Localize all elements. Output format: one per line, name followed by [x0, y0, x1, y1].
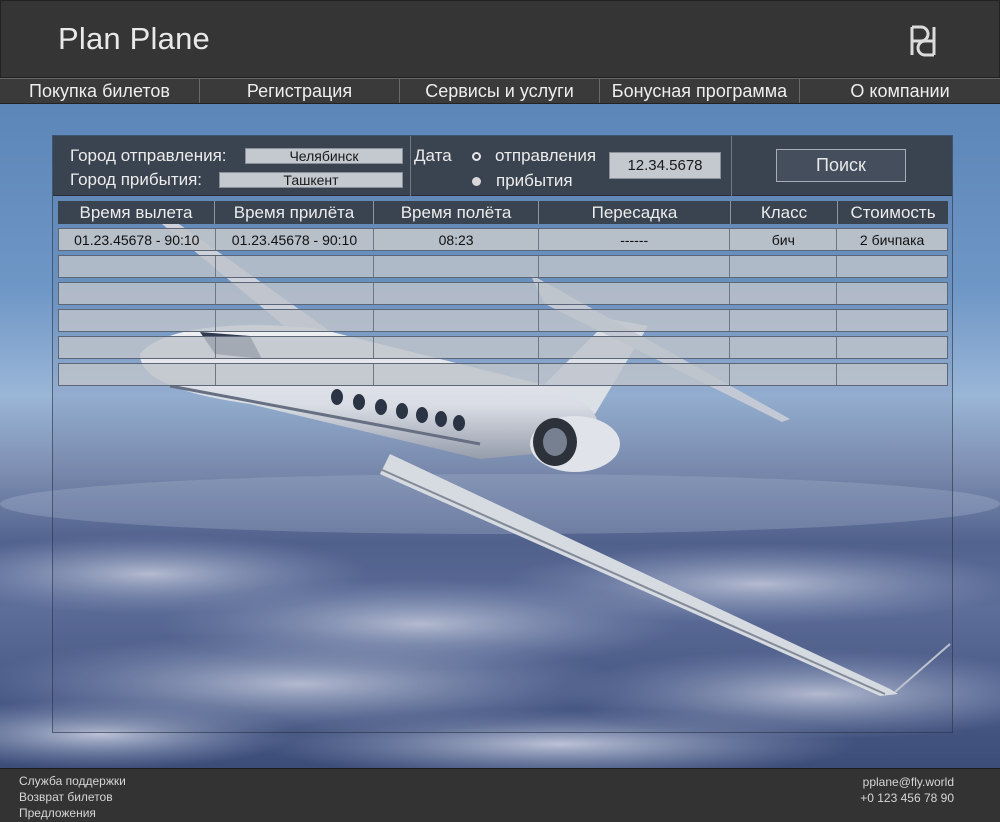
- cell-transfer: ------: [539, 229, 731, 250]
- to-city-field[interactable]: Ташкент: [219, 172, 403, 188]
- nav-item-about[interactable]: О компании: [800, 79, 1000, 103]
- footer-link-offers[interactable]: Предложения: [19, 806, 96, 820]
- nav-item-bonus[interactable]: Бонусная программа: [600, 79, 800, 103]
- empty-cell: [59, 283, 216, 304]
- table-row[interactable]: [58, 336, 948, 359]
- nav-item-tickets[interactable]: Покупка билетов: [0, 79, 200, 103]
- empty-cell: [374, 310, 539, 331]
- empty-cell: [374, 283, 539, 304]
- date-field[interactable]: 12.34.5678: [609, 152, 721, 179]
- col-transfer[interactable]: Пересадка: [539, 201, 731, 224]
- cell-flight-time: 08:23: [374, 229, 539, 250]
- date-label: Дата: [414, 146, 452, 165]
- empty-cell: [539, 364, 731, 385]
- results-table-header: Время вылета Время прилёта Время полёта …: [58, 201, 948, 224]
- from-city-label: Город отправления:: [70, 146, 227, 165]
- footer-link-support[interactable]: Служба поддержки: [19, 774, 126, 788]
- footer-phone: +0 123 456 78 90: [860, 791, 954, 805]
- site-header: Plan Plane: [0, 0, 1000, 78]
- cell-arrival-time: 01.23.45678 - 90:10: [216, 229, 375, 250]
- empty-cell: [837, 283, 947, 304]
- empty-cell: [539, 310, 731, 331]
- content-panel: [52, 135, 953, 733]
- nav-item-checkin[interactable]: Регистрация: [200, 79, 400, 103]
- to-city-label: Город прибытия:: [70, 170, 203, 189]
- empty-cell: [539, 256, 731, 277]
- empty-cell: [730, 310, 838, 331]
- main-nav: Покупка билетов Регистрация Сервисы и ус…: [0, 78, 1000, 104]
- table-row[interactable]: 01.23.45678 - 90:10 01.23.45678 - 90:10 …: [58, 228, 948, 251]
- nav-item-services[interactable]: Сервисы и услуги: [400, 79, 600, 103]
- empty-cell: [59, 256, 216, 277]
- table-row[interactable]: [58, 309, 948, 332]
- table-row[interactable]: [58, 255, 948, 278]
- arrival-radio-label: прибытия: [496, 171, 573, 190]
- footer-email[interactable]: pplane@fly.world: [863, 775, 954, 789]
- empty-cell: [59, 364, 216, 385]
- departure-radio-label: отправления: [495, 146, 597, 165]
- empty-cell: [730, 283, 838, 304]
- divider: [410, 136, 411, 196]
- empty-cell: [837, 256, 947, 277]
- empty-cell: [216, 256, 375, 277]
- col-class[interactable]: Класс: [731, 201, 838, 224]
- footer-link-refund[interactable]: Возврат билетов: [19, 790, 113, 804]
- empty-cell: [730, 364, 838, 385]
- empty-cell: [216, 337, 375, 358]
- arrival-radio[interactable]: [472, 177, 481, 186]
- cell-price: 2 бичпака: [859, 231, 925, 248]
- empty-cell: [539, 337, 731, 358]
- empty-cell: [216, 283, 375, 304]
- col-arrival-time[interactable]: Время прилёта: [215, 201, 374, 224]
- col-price[interactable]: Стоимость: [838, 201, 948, 224]
- empty-cell: [730, 337, 838, 358]
- empty-cell: [216, 310, 375, 331]
- cell-departure-time: 01.23.45678 - 90:10: [59, 229, 216, 250]
- empty-cell: [730, 256, 838, 277]
- site-footer: Служба поддержки Возврат билетов Предлож…: [0, 768, 1000, 822]
- empty-cell: [539, 283, 731, 304]
- empty-cell: [837, 337, 947, 358]
- search-button[interactable]: Поиск: [776, 149, 906, 182]
- brand-title[interactable]: Plan Plane: [58, 21, 210, 57]
- col-departure-time[interactable]: Время вылета: [58, 201, 215, 224]
- empty-cell: [374, 337, 539, 358]
- empty-cell: [374, 256, 539, 277]
- departure-radio[interactable]: [472, 152, 481, 161]
- empty-cell: [216, 364, 375, 385]
- empty-cell: [59, 337, 216, 358]
- empty-cell: [374, 364, 539, 385]
- pd-monogram-icon[interactable]: [909, 25, 937, 57]
- empty-cell: [837, 364, 947, 385]
- table-row[interactable]: [58, 282, 948, 305]
- empty-cell: [837, 310, 947, 331]
- empty-cell: [59, 310, 216, 331]
- divider: [731, 136, 732, 196]
- cell-class: бич: [730, 229, 838, 250]
- col-flight-time[interactable]: Время полёта: [374, 201, 539, 224]
- from-city-field[interactable]: Челябинск: [245, 148, 403, 164]
- table-row[interactable]: [58, 363, 948, 386]
